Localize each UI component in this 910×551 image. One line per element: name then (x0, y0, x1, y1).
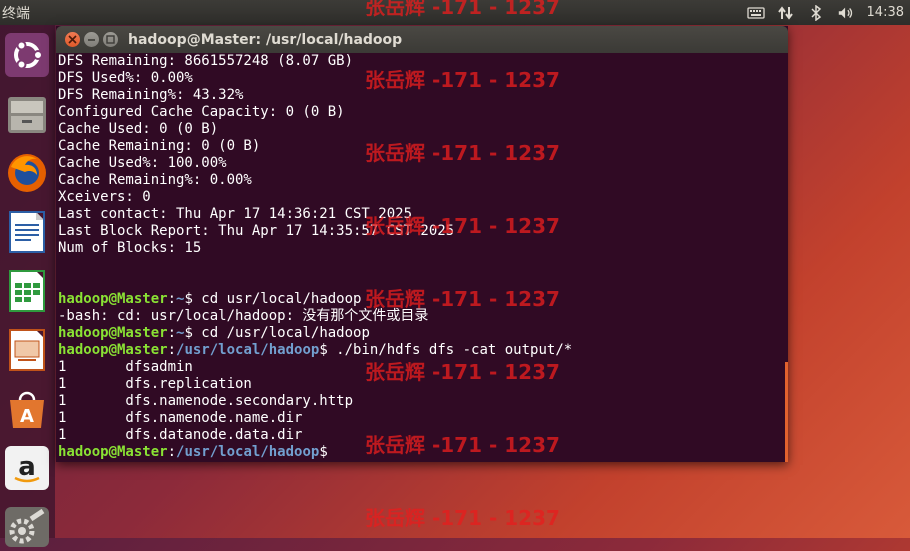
keyboard-icon[interactable] (746, 5, 765, 21)
writer-icon[interactable] (3, 208, 51, 256)
panel-app-title[interactable]: 终端 (0, 3, 30, 23)
prompt-path: /usr/local/hadoop (176, 444, 320, 460)
impress-icon[interactable] (3, 326, 51, 374)
watermark: 张岳辉 -171 - 1237 (365, 214, 560, 238)
output-line: 1 dfs.namenode.secondary.http (58, 393, 354, 409)
prompt-separator: : (167, 291, 177, 307)
watermark: 张岳辉 -171 - 1237 (365, 506, 560, 530)
bluetooth-icon[interactable] (807, 4, 825, 21)
prompt-user: hadoop@Master (58, 291, 168, 307)
ubuntu-dash-icon[interactable] (3, 31, 51, 79)
calc-icon[interactable] (3, 267, 51, 315)
command-text: $ cd /usr/local/hadoop (184, 325, 370, 341)
watermark: 张岳辉 -171 - 1237 (365, 141, 560, 165)
maximize-button[interactable] (103, 32, 118, 47)
window-title: hadoop@Master: /usr/local/hadoop (128, 31, 403, 48)
prompt-user: hadoop@Master (58, 342, 168, 358)
prompt-user: hadoop@Master (58, 444, 168, 460)
window-title-bar[interactable]: hadoop@Master: /usr/local/hadoop (56, 26, 788, 53)
prompt-path: /usr/local/hadoop (176, 342, 320, 358)
panel-clock[interactable]: 14:38 (867, 5, 904, 20)
watermark: 张岳辉 -171 - 1237 (365, 287, 560, 311)
prompt-separator: : (167, 444, 177, 460)
scrollbar[interactable] (785, 362, 788, 462)
svg-text:A: A (20, 406, 34, 427)
amazon-icon[interactable]: a (3, 444, 51, 492)
minimize-button[interactable] (84, 32, 99, 47)
volume-icon[interactable] (837, 5, 855, 21)
prompt-separator: : (167, 325, 177, 341)
watermark: 张岳辉 -171 - 1237 (365, 360, 560, 384)
settings-icon[interactable] (3, 503, 51, 551)
command-text: $ cd usr/local/hadoop (184, 291, 362, 307)
close-button[interactable] (65, 32, 80, 47)
output-line: ​ (58, 257, 788, 274)
command-text: $ (319, 444, 337, 460)
panel-indicators: 14:38 (746, 4, 910, 21)
watermark: 张岳辉 -171 - 1237 (365, 68, 560, 92)
firefox-icon[interactable] (3, 149, 51, 197)
software-center-icon[interactable]: A (3, 385, 51, 433)
terminal-output[interactable]: DFS Remaining: 8661557248 (8.07 GB) DFS U… (56, 53, 788, 461)
svg-text:a: a (18, 452, 36, 482)
prompt-separator: : (167, 342, 177, 358)
prompt-line: hadoop@Master:~$ cd /usr/local/hadoop (58, 325, 788, 342)
watermark: 张岳辉 -171 - 1237 (365, 433, 560, 457)
launcher: A a (0, 25, 55, 547)
output-line: Cache Used: 0 (0 B) (58, 121, 219, 137)
files-icon[interactable] (3, 91, 51, 139)
output-line: Configured Cache Capacity: 0 (0 B) (58, 104, 345, 120)
output-line: Xceivers: 0 (58, 189, 151, 205)
prompt-user: hadoop@Master (58, 325, 168, 341)
output-line: 1 dfs.namenode.name.dir (58, 410, 303, 426)
network-icon[interactable] (777, 5, 795, 21)
watermark: 张岳辉 -171 - 1237 (365, 0, 560, 19)
output-line: Num of Blocks: 15 (58, 240, 202, 256)
output-line: Cache Remaining%: 0.00% (58, 172, 252, 188)
